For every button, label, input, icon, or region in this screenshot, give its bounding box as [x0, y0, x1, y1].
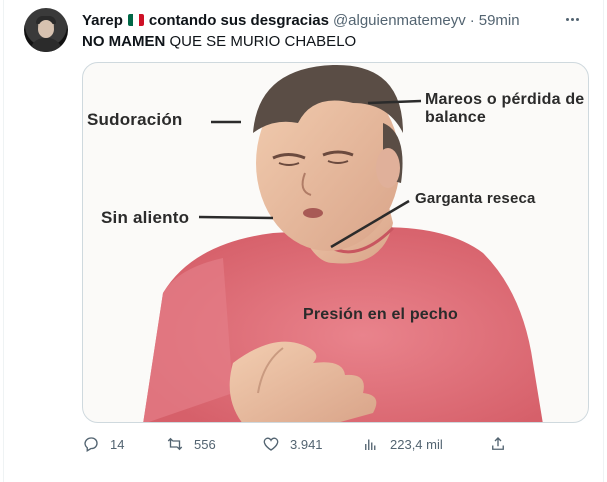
reply-icon — [84, 437, 98, 452]
label-sudoracion: Sudoración — [87, 110, 183, 129]
tweet-timestamp[interactable]: 59min — [479, 12, 520, 29]
views-icon — [365, 439, 376, 450]
avatar[interactable] — [24, 8, 68, 52]
tweet[interactable]: Yarep contando sus desgracias @alguienma… — [3, 0, 604, 482]
separator-dot: · — [469, 11, 475, 29]
tweet-actions: 14 556 3.941 223,4 mil — [82, 434, 512, 454]
tweet-header: Yarep contando sus desgracias @alguienma… — [82, 10, 520, 30]
tweet-image[interactable]: Sudoración Mareos o pérdida de balance G… — [82, 62, 589, 423]
retweet-icon — [167, 437, 183, 451]
label-sin-aliento: Sin aliento — [101, 208, 190, 227]
view-count: 223,4 mil — [390, 436, 443, 452]
tweet-text-bold: NO MAMEN — [82, 33, 166, 50]
user-handle[interactable]: @alguienmatemeyv — [333, 12, 466, 29]
share-button[interactable] — [489, 434, 507, 454]
tweet-text-rest: QUE SE MURIO CHABELO — [165, 33, 357, 50]
reply-count: 14 — [110, 436, 125, 452]
heart-icon — [263, 437, 279, 451]
like-button[interactable]: 3.941 — [262, 434, 323, 454]
mexico-flag-icon — [127, 14, 144, 26]
tweet-text: NO MAMEN QUE SE MURIO CHABELO — [82, 33, 356, 50]
views-button[interactable]: 223,4 mil — [362, 434, 443, 454]
more-options-icon[interactable] — [561, 10, 583, 28]
retweet-button[interactable]: 556 — [166, 434, 216, 454]
like-count: 3.941 — [290, 436, 323, 452]
display-name[interactable]: Yarep — [82, 12, 123, 29]
display-name-suffix[interactable]: contando sus desgracias — [149, 12, 329, 29]
label-garganta: Garganta reseca — [415, 190, 536, 207]
share-icon — [492, 437, 504, 450]
reply-button[interactable]: 14 — [82, 434, 124, 454]
retweet-count: 556 — [194, 436, 216, 452]
label-presion: Presión en el pecho — [303, 306, 458, 323]
label-mareos: Mareos o pérdida de balance — [425, 91, 585, 126]
